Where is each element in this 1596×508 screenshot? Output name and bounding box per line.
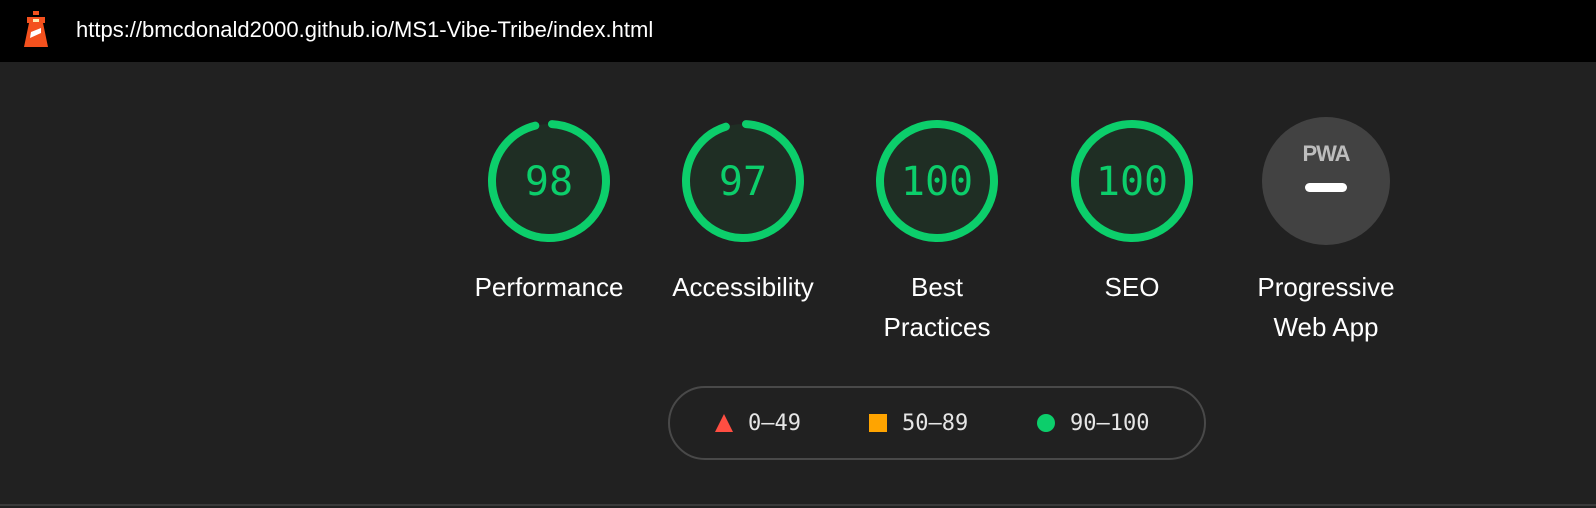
legend-item-fail: 0–49	[714, 409, 801, 437]
divider	[0, 504, 1596, 506]
red-triangle-icon	[715, 414, 733, 432]
top-bar: https://bmcdonald2000.github.io/MS1-Vibe…	[0, 0, 1596, 62]
score-label-seo: SEO	[1104, 272, 1160, 302]
gauge-best-practices[interactable]: 100 Best Practices	[852, 117, 1022, 347]
score-value-seo: 100	[1096, 159, 1168, 205]
legend-item-pass: 90–100	[1036, 409, 1149, 437]
score-gauge-performance: 98	[488, 120, 610, 242]
green-circle-icon	[1037, 414, 1055, 432]
score-label-performance: Performance	[474, 272, 624, 302]
pwa-badge-icon: PWA	[1262, 117, 1390, 245]
gauge-performance[interactable]: 98 Performance	[464, 117, 634, 307]
score-gauge-accessibility: 97	[682, 120, 804, 242]
score-value-accessibility: 97	[719, 159, 767, 205]
orange-square-icon	[869, 414, 887, 432]
score-gauge-best-practices: 100	[876, 120, 998, 242]
legend-range-fail: 0–49	[748, 410, 801, 436]
legend-item-average: 50–89	[868, 409, 968, 437]
score-label-pwa: Progressive Web App	[1257, 272, 1395, 342]
gauge-seo[interactable]: 100 SEO	[1047, 117, 1217, 307]
score-label-best-practices: Best Practices	[883, 272, 991, 342]
pwa-badge-text: PWA	[1302, 141, 1350, 166]
legend-range-pass: 90–100	[1070, 410, 1150, 436]
gauge-accessibility[interactable]: 97 Accessibility	[658, 117, 828, 307]
score-value-performance: 98	[525, 159, 573, 205]
page-url[interactable]: https://bmcdonald2000.github.io/MS1-Vibe…	[76, 16, 653, 44]
lighthouse-icon	[24, 11, 48, 47]
score-value-best-practices: 100	[901, 159, 973, 205]
score-gauge-seo: 100	[1071, 120, 1193, 242]
gauge-pwa[interactable]: PWA Progressive Web App	[1241, 117, 1411, 347]
score-label-accessibility: Accessibility	[672, 272, 814, 302]
score-scale-legend: 0–49 50–89 90–100	[668, 386, 1206, 460]
legend-range-average: 50–89	[902, 410, 969, 436]
